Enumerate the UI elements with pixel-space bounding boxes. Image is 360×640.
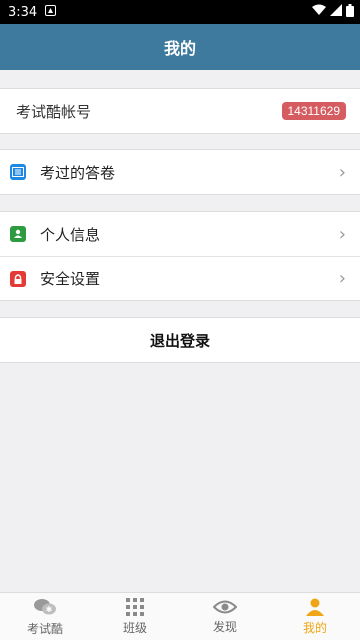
wifi-icon [312,4,326,20]
menu-group-1: 考过的答卷 › [0,149,360,195]
tab-label: 我的 [302,620,327,635]
svg-text:✱: ✱ [46,605,53,614]
signal-icon [330,4,342,20]
menu-item-security-settings[interactable]: 安全设置 › [0,256,360,300]
chevron-right-icon: › [338,268,346,289]
chevron-right-icon: › [338,223,346,245]
account-row: 考试酷帐号 14311629 [0,89,360,133]
menu-item-label: 个人信息 [40,225,101,244]
bottom-tab-bar: ✱ 考试酷 班级 发现 我的 [0,592,360,640]
chat-bubble-icon: ✱ [33,597,57,617]
status-bar: 3:34 [0,0,360,24]
menu-item-personal-info[interactable]: 个人信息 › [0,212,360,256]
tab-class[interactable]: 班级 [90,593,180,640]
menu-item-label: 考过的答卷 [40,163,116,182]
person-icon [305,598,325,616]
status-time: 3:34 [8,4,38,20]
answer-sheet-icon [10,164,26,180]
account-card: 考试酷帐号 14311629 [0,88,360,134]
tab-label: 考试酷 [26,621,63,636]
page-title: 我的 [163,39,196,58]
tab-kaoshiku[interactable]: ✱ 考试酷 [0,593,90,640]
notification-icon [45,4,57,20]
battery-icon [346,3,354,21]
menu-item-label: 安全设置 [40,270,101,288]
person-card-icon [10,226,26,242]
tab-mine[interactable]: 我的 [270,593,360,640]
account-id-badge: 14311629 [281,102,346,120]
grid-icon [126,597,144,616]
app-bar: 我的 [0,24,360,70]
lock-icon [10,270,26,287]
eye-icon [213,599,237,615]
tab-label: 班级 [122,620,147,635]
logout-button[interactable]: 退出登录 [0,318,360,362]
logout-card: 退出登录 [0,317,360,363]
account-label: 考试酷帐号 [16,102,92,121]
chevron-right-icon: › [338,161,346,183]
menu-group-2: 个人信息 › 安全设置 › [0,211,360,301]
menu-item-answered-papers[interactable]: 考过的答卷 › [0,150,360,194]
tab-discover[interactable]: 发现 [180,593,270,640]
tab-label: 发现 [212,619,237,634]
